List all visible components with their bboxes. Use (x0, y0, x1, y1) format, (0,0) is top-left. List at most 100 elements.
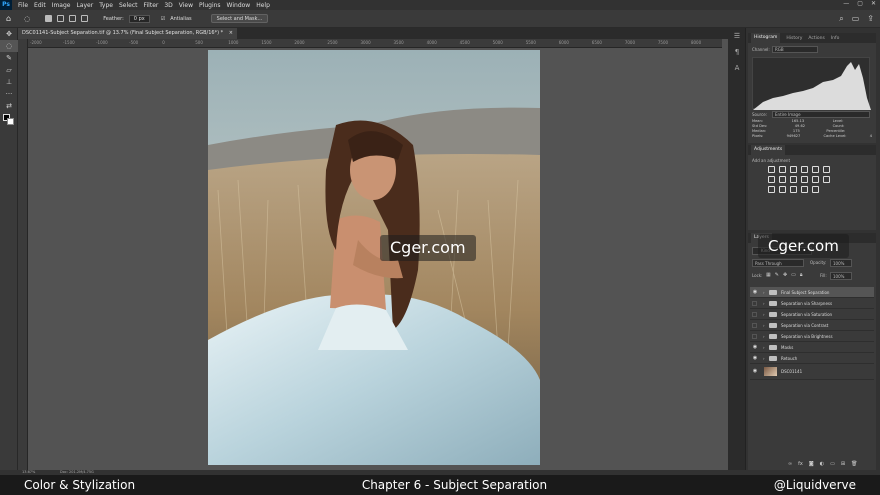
expand-chevron-icon[interactable]: › (763, 353, 765, 364)
layer-row[interactable]: › Separation via Saturation (750, 309, 874, 320)
new-selection-icon[interactable] (45, 15, 53, 22)
tab-histogram[interactable]: Histogram (751, 33, 781, 43)
expand-chevron-icon[interactable]: › (763, 309, 765, 320)
expand-chevron-icon[interactable]: › (763, 320, 765, 331)
gradient-icon[interactable] (812, 186, 819, 193)
new-group-icon[interactable]: ▭ (830, 461, 835, 467)
layer-row[interactable]: ◉ DSC01141 (750, 364, 874, 380)
menu-window[interactable]: Window (224, 2, 254, 9)
channel-select[interactable]: RGB (772, 46, 818, 53)
lock-artboard-icon[interactable]: ▭ (791, 272, 796, 278)
visibility-eye-icon[interactable]: ◉ (752, 356, 758, 361)
search-icon[interactable]: ⌕ (839, 14, 843, 24)
lock-all-icon[interactable]: 🔒︎ (800, 272, 803, 278)
posterize-icon[interactable] (779, 186, 786, 193)
new-layer-icon[interactable]: ⊞ (841, 461, 845, 467)
blend-mode-select[interactable]: Pass Through (752, 259, 804, 267)
more-tools-icon[interactable]: ··· (0, 88, 18, 100)
menu-help[interactable]: Help (253, 2, 273, 9)
color-swatches[interactable] (0, 112, 18, 128)
layer-style-icon[interactable]: fx (798, 461, 803, 467)
home-icon[interactable]: ⌂ (6, 14, 11, 23)
share-icon[interactable]: ⇪ (867, 14, 874, 24)
menu-select[interactable]: Select (116, 2, 141, 9)
expand-chevron-icon[interactable]: › (763, 298, 765, 309)
layer-row[interactable]: ◉ › Masks (750, 342, 874, 353)
black-white-icon[interactable] (790, 176, 797, 183)
menu-3d[interactable]: 3D (161, 2, 175, 9)
eraser-icon[interactable]: ▱ (0, 64, 18, 76)
brightness-icon[interactable] (768, 166, 775, 173)
gradient-map-icon[interactable] (823, 166, 830, 173)
visibility-off-icon[interactable] (752, 312, 757, 317)
menu-layer[interactable]: Layer (73, 2, 96, 9)
menu-image[interactable]: Image (49, 2, 74, 9)
layer-row[interactable]: › Separation via Brightness (750, 331, 874, 342)
menu-filter[interactable]: Filter (141, 2, 162, 9)
visibility-off-icon[interactable] (752, 334, 757, 339)
brush-icon[interactable]: ✎ (0, 52, 18, 64)
layer-row[interactable]: › Separation via Sharpness (750, 298, 874, 309)
maximize-button[interactable]: ▢ (857, 0, 863, 7)
delete-layer-icon[interactable]: 🗑︎ (851, 461, 857, 467)
document-image[interactable] (208, 50, 540, 465)
stamp-icon[interactable]: ⊥ (0, 76, 18, 88)
lasso-tool-icon[interactable]: ◌ (24, 15, 30, 23)
minimize-button[interactable]: — (843, 0, 849, 7)
fill-input[interactable]: 100% (830, 272, 852, 280)
layer-row[interactable]: ◉ › Final Subject Separation (750, 287, 874, 298)
feather-input[interactable]: 0 px (128, 14, 150, 23)
invert-icon[interactable] (768, 186, 775, 193)
properties-icon[interactable]: ☰ (728, 28, 746, 44)
subtract-selection-icon[interactable] (69, 15, 77, 22)
menu-view[interactable]: View (176, 2, 196, 9)
lock-transparency-icon[interactable]: ▦ (766, 272, 771, 278)
lasso-icon[interactable]: ◌ (0, 40, 18, 52)
color-lookup-icon[interactable] (823, 176, 830, 183)
link-layers-icon[interactable]: ∞ (788, 461, 792, 467)
new-adjustment-icon[interactable]: ◐ (820, 461, 824, 467)
levels-icon[interactable] (779, 166, 786, 173)
add-selection-icon[interactable] (57, 15, 65, 22)
doc-size[interactable]: Doc: 201.2M/4.75G (60, 470, 94, 474)
vibrance-icon[interactable] (812, 166, 819, 173)
move-tool-icon[interactable]: ✥ (0, 28, 18, 40)
color-balance-icon[interactable] (779, 176, 786, 183)
paragraph-icon[interactable]: ¶ (728, 44, 746, 60)
visibility-eye-icon[interactable]: ◉ (752, 345, 758, 350)
selective-color-icon[interactable] (801, 186, 808, 193)
layer-row[interactable]: › Separation via Contrast (750, 320, 874, 331)
close-window-button[interactable]: ✕ (871, 0, 876, 7)
document-tab[interactable]: DSC01141-Subject Separation.tif @ 13.7% … (18, 28, 237, 39)
exposure-icon[interactable] (801, 166, 808, 173)
intersect-selection-icon[interactable] (81, 15, 89, 22)
opacity-input[interactable]: 100% (830, 259, 852, 267)
menu-edit[interactable]: Edit (31, 2, 49, 9)
swap-colors-icon[interactable]: ⇄ (0, 100, 18, 112)
close-tab-icon[interactable]: × (229, 30, 233, 36)
tab-history[interactable]: History (786, 36, 802, 41)
hue-saturation-icon[interactable] (768, 176, 775, 183)
menu-type[interactable]: Type (96, 2, 116, 9)
channel-mixer-icon[interactable] (812, 176, 819, 183)
menu-plugins[interactable]: Plugins (196, 2, 224, 9)
expand-chevron-icon[interactable]: › (763, 287, 765, 298)
threshold-icon[interactable] (790, 186, 797, 193)
lock-position-icon[interactable]: ✥ (783, 272, 787, 278)
background-color[interactable] (7, 118, 14, 125)
menu-file[interactable]: File (15, 2, 31, 9)
layer-row[interactable]: ◉ › Retouch (750, 353, 874, 364)
source-select[interactable]: Entire Image (772, 111, 870, 118)
antialias-checkbox[interactable]: ☑ (161, 16, 165, 22)
character-icon[interactable]: A (728, 60, 746, 76)
zoom-level[interactable]: 13.67% (22, 470, 35, 474)
visibility-off-icon[interactable] (752, 323, 757, 328)
photo-filter-icon[interactable] (801, 176, 808, 183)
select-and-mask-button[interactable]: Select and Mask... (210, 14, 269, 23)
visibility-eye-icon[interactable]: ◉ (752, 369, 758, 374)
tab-info[interactable]: Info (831, 36, 840, 41)
workspace-icon[interactable]: ▭ (852, 14, 860, 24)
lock-pixels-icon[interactable]: ✎ (775, 272, 779, 278)
visibility-off-icon[interactable] (752, 301, 757, 306)
expand-chevron-icon[interactable]: › (763, 331, 765, 342)
